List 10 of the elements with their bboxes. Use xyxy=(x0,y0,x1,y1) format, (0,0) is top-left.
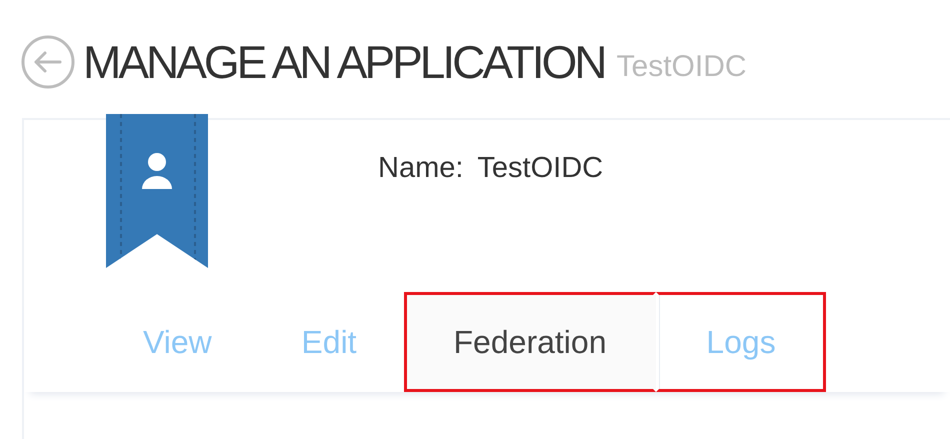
user-icon xyxy=(141,152,173,190)
tab[interactable]: View xyxy=(100,292,254,392)
back-icon[interactable] xyxy=(21,35,75,89)
tab[interactable]: Logs xyxy=(656,292,826,392)
page-subtitle: TestOIDC xyxy=(616,50,747,84)
name-value: TestOIDC xyxy=(477,152,604,186)
tab[interactable]: Federation xyxy=(404,292,656,392)
name-label: Name: xyxy=(378,152,464,186)
page-title: MANAGE AN APPLICATION xyxy=(83,35,605,89)
tab[interactable]: Edit xyxy=(254,292,404,392)
